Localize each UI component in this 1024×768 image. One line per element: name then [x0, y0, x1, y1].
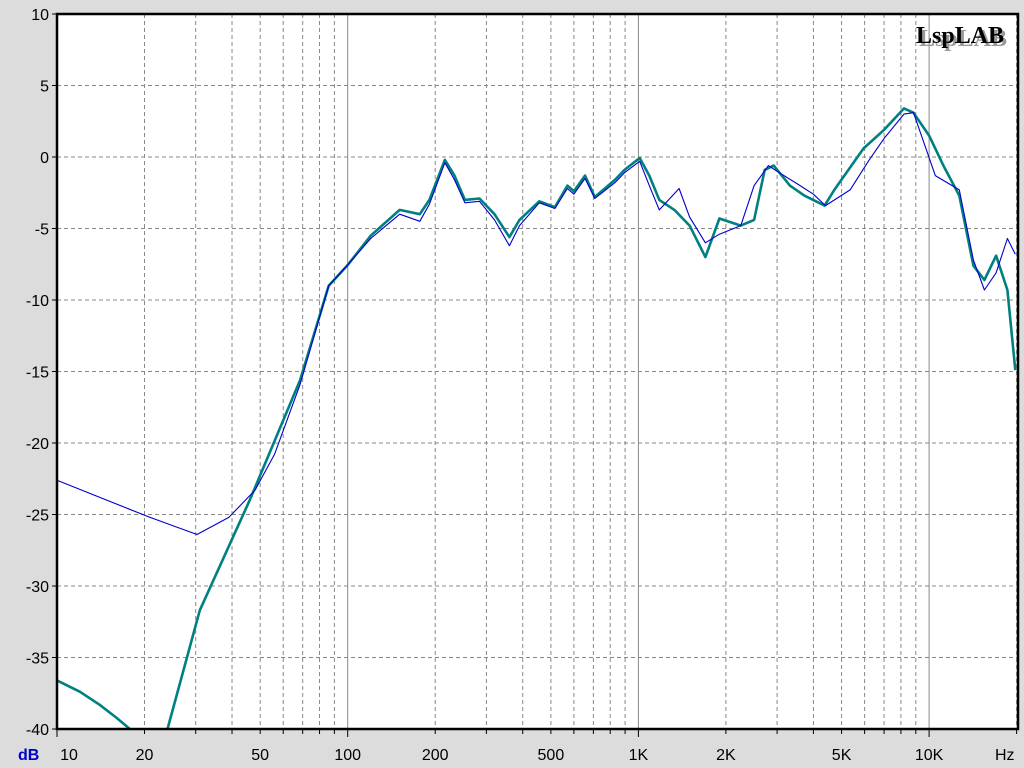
x-tick-label: 20: [136, 747, 154, 764]
y-tick-label: -5: [35, 222, 49, 239]
y-axis-unit-label: dB: [18, 747, 39, 764]
y-tick-label: 0: [40, 150, 49, 167]
x-tick-label: 2K: [716, 747, 736, 764]
plot-area: [57, 14, 1018, 729]
x-tick-label: 200: [422, 747, 449, 764]
y-tick-label: -30: [26, 579, 49, 596]
y-tick-label: -15: [26, 365, 49, 382]
y-tick-label: -40: [26, 722, 49, 739]
logo: LspLAB: [916, 23, 1004, 49]
x-tick-label: 10: [60, 747, 78, 764]
x-tick-label: 10K: [915, 747, 944, 764]
x-tick-label: 50: [251, 747, 269, 764]
y-tick-label: 10: [31, 7, 49, 24]
y-tick-label: -20: [26, 436, 49, 453]
y-tick-label: 5: [40, 79, 49, 96]
frequency-response-chart: 1050-5-10-15-20-25-30-35-4010 20 50 100 200 5…: [18, 7, 1020, 764]
x-tick-label: 100: [334, 747, 361, 764]
x-axis-unit-label: Hz: [995, 747, 1015, 764]
x-tick-label: 500: [538, 747, 565, 764]
x-tick-label: 1K: [629, 747, 649, 764]
y-tick-label: -10: [26, 293, 49, 310]
y-tick-label: -25: [26, 508, 49, 525]
y-tick-label: -35: [26, 651, 49, 668]
x-tick-label: 5K: [832, 747, 852, 764]
